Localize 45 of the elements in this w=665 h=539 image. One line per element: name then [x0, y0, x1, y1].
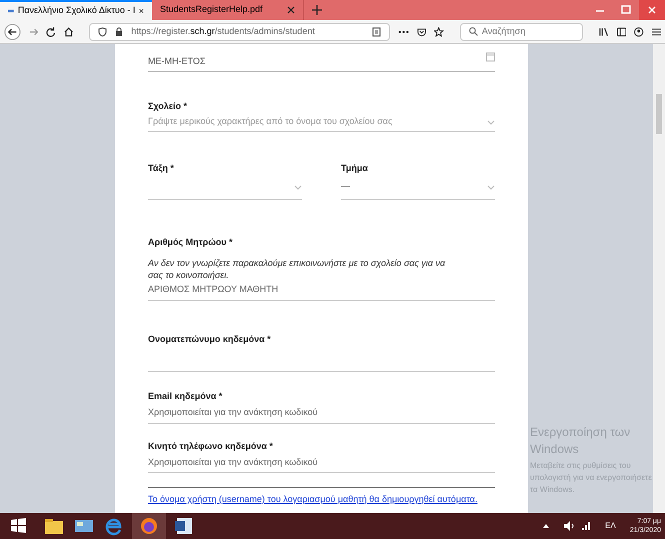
signal-icon[interactable] [581, 521, 592, 531]
shield-icon[interactable] [98, 26, 108, 36]
search-field[interactable]: Αναζήτηση [460, 22, 584, 40]
language-indicator[interactable]: ΕΛ [605, 520, 616, 532]
reader-view-icon[interactable] [372, 26, 381, 36]
sidebar-icon[interactable] [616, 26, 626, 36]
maximize-icon[interactable] [621, 5, 631, 15]
input-field[interactable]: ΑΡΙΘΜΟΣ ΜΗΤΡΩΟΥ ΜΑΘΗΤΗ [148, 280, 495, 300]
field-label: Σχολείο * [148, 100, 188, 113]
date-field[interactable]: ΜΕ-ΜΗ-ΕΤΟΣ [148, 52, 495, 72]
folder-icon[interactable] [42, 516, 66, 536]
star-icon[interactable] [434, 26, 444, 36]
forward-icon[interactable] [28, 26, 38, 36]
window-close-button[interactable] [639, 0, 665, 20]
url-text: https://register.sch.gr/students/admins/student [131, 24, 316, 38]
library-icon[interactable] [599, 26, 609, 36]
home-icon[interactable] [64, 26, 74, 36]
dropdown-field[interactable]: — [341, 175, 495, 200]
input-field[interactable]: Χρησιμοποιείται για την ανάκτηση κωδικού [148, 404, 495, 424]
site-icon[interactable] [8, 8, 14, 14]
more-icon[interactable] [398, 30, 410, 34]
field-label: Τμήμα [341, 162, 369, 175]
search-icon[interactable] [468, 27, 478, 36]
account-icon[interactable] [634, 26, 644, 36]
address-bar[interactable]: https://register.sch.gr/students/admins/student [89, 22, 390, 40]
caret-up-icon[interactable] [543, 524, 550, 528]
taskbar-item[interactable] [132, 513, 166, 539]
field-label: Ονοματεπώνυμο κηδεμόνα * [148, 332, 272, 346]
new-tab-icon[interactable] [312, 5, 322, 15]
browser-tab[interactable]: Πανελλήνιο Σχολικό Δίκτυο - Ι [0, 0, 152, 20]
input-field[interactable]: Χρησιμοποιείται για την ανάκτηση κωδικού [148, 453, 495, 473]
pocket-icon[interactable] [417, 26, 426, 36]
lock-icon[interactable] [115, 26, 124, 36]
speaker-icon[interactable] [563, 521, 576, 531]
fox-globe-icon[interactable] [140, 517, 158, 535]
close-icon[interactable] [139, 7, 144, 15]
field-label: Κινητό τηλέφωνο κηδεμόνα * [148, 440, 274, 453]
field-label: Email κηδεμόνα * [148, 390, 224, 403]
reload-icon[interactable] [46, 26, 56, 36]
field-label: Αριθμός Μητρώου * [148, 236, 234, 249]
field-label: Τάξη * [148, 162, 175, 175]
hint-text: Αν δεν τον γνωρίζετε παρακαλούμε επικοινωνήστε με το σχολείο σας για να σας το κοινοποιήσει. [148, 256, 446, 280]
info-link[interactable]: Το όνομα χρήστη (username) του λογαριασμού μαθητή θα δημιουργηθεί αυτόματα. [148, 494, 495, 505]
back-icon[interactable] [4, 22, 21, 40]
menu-icon[interactable] [652, 26, 662, 36]
